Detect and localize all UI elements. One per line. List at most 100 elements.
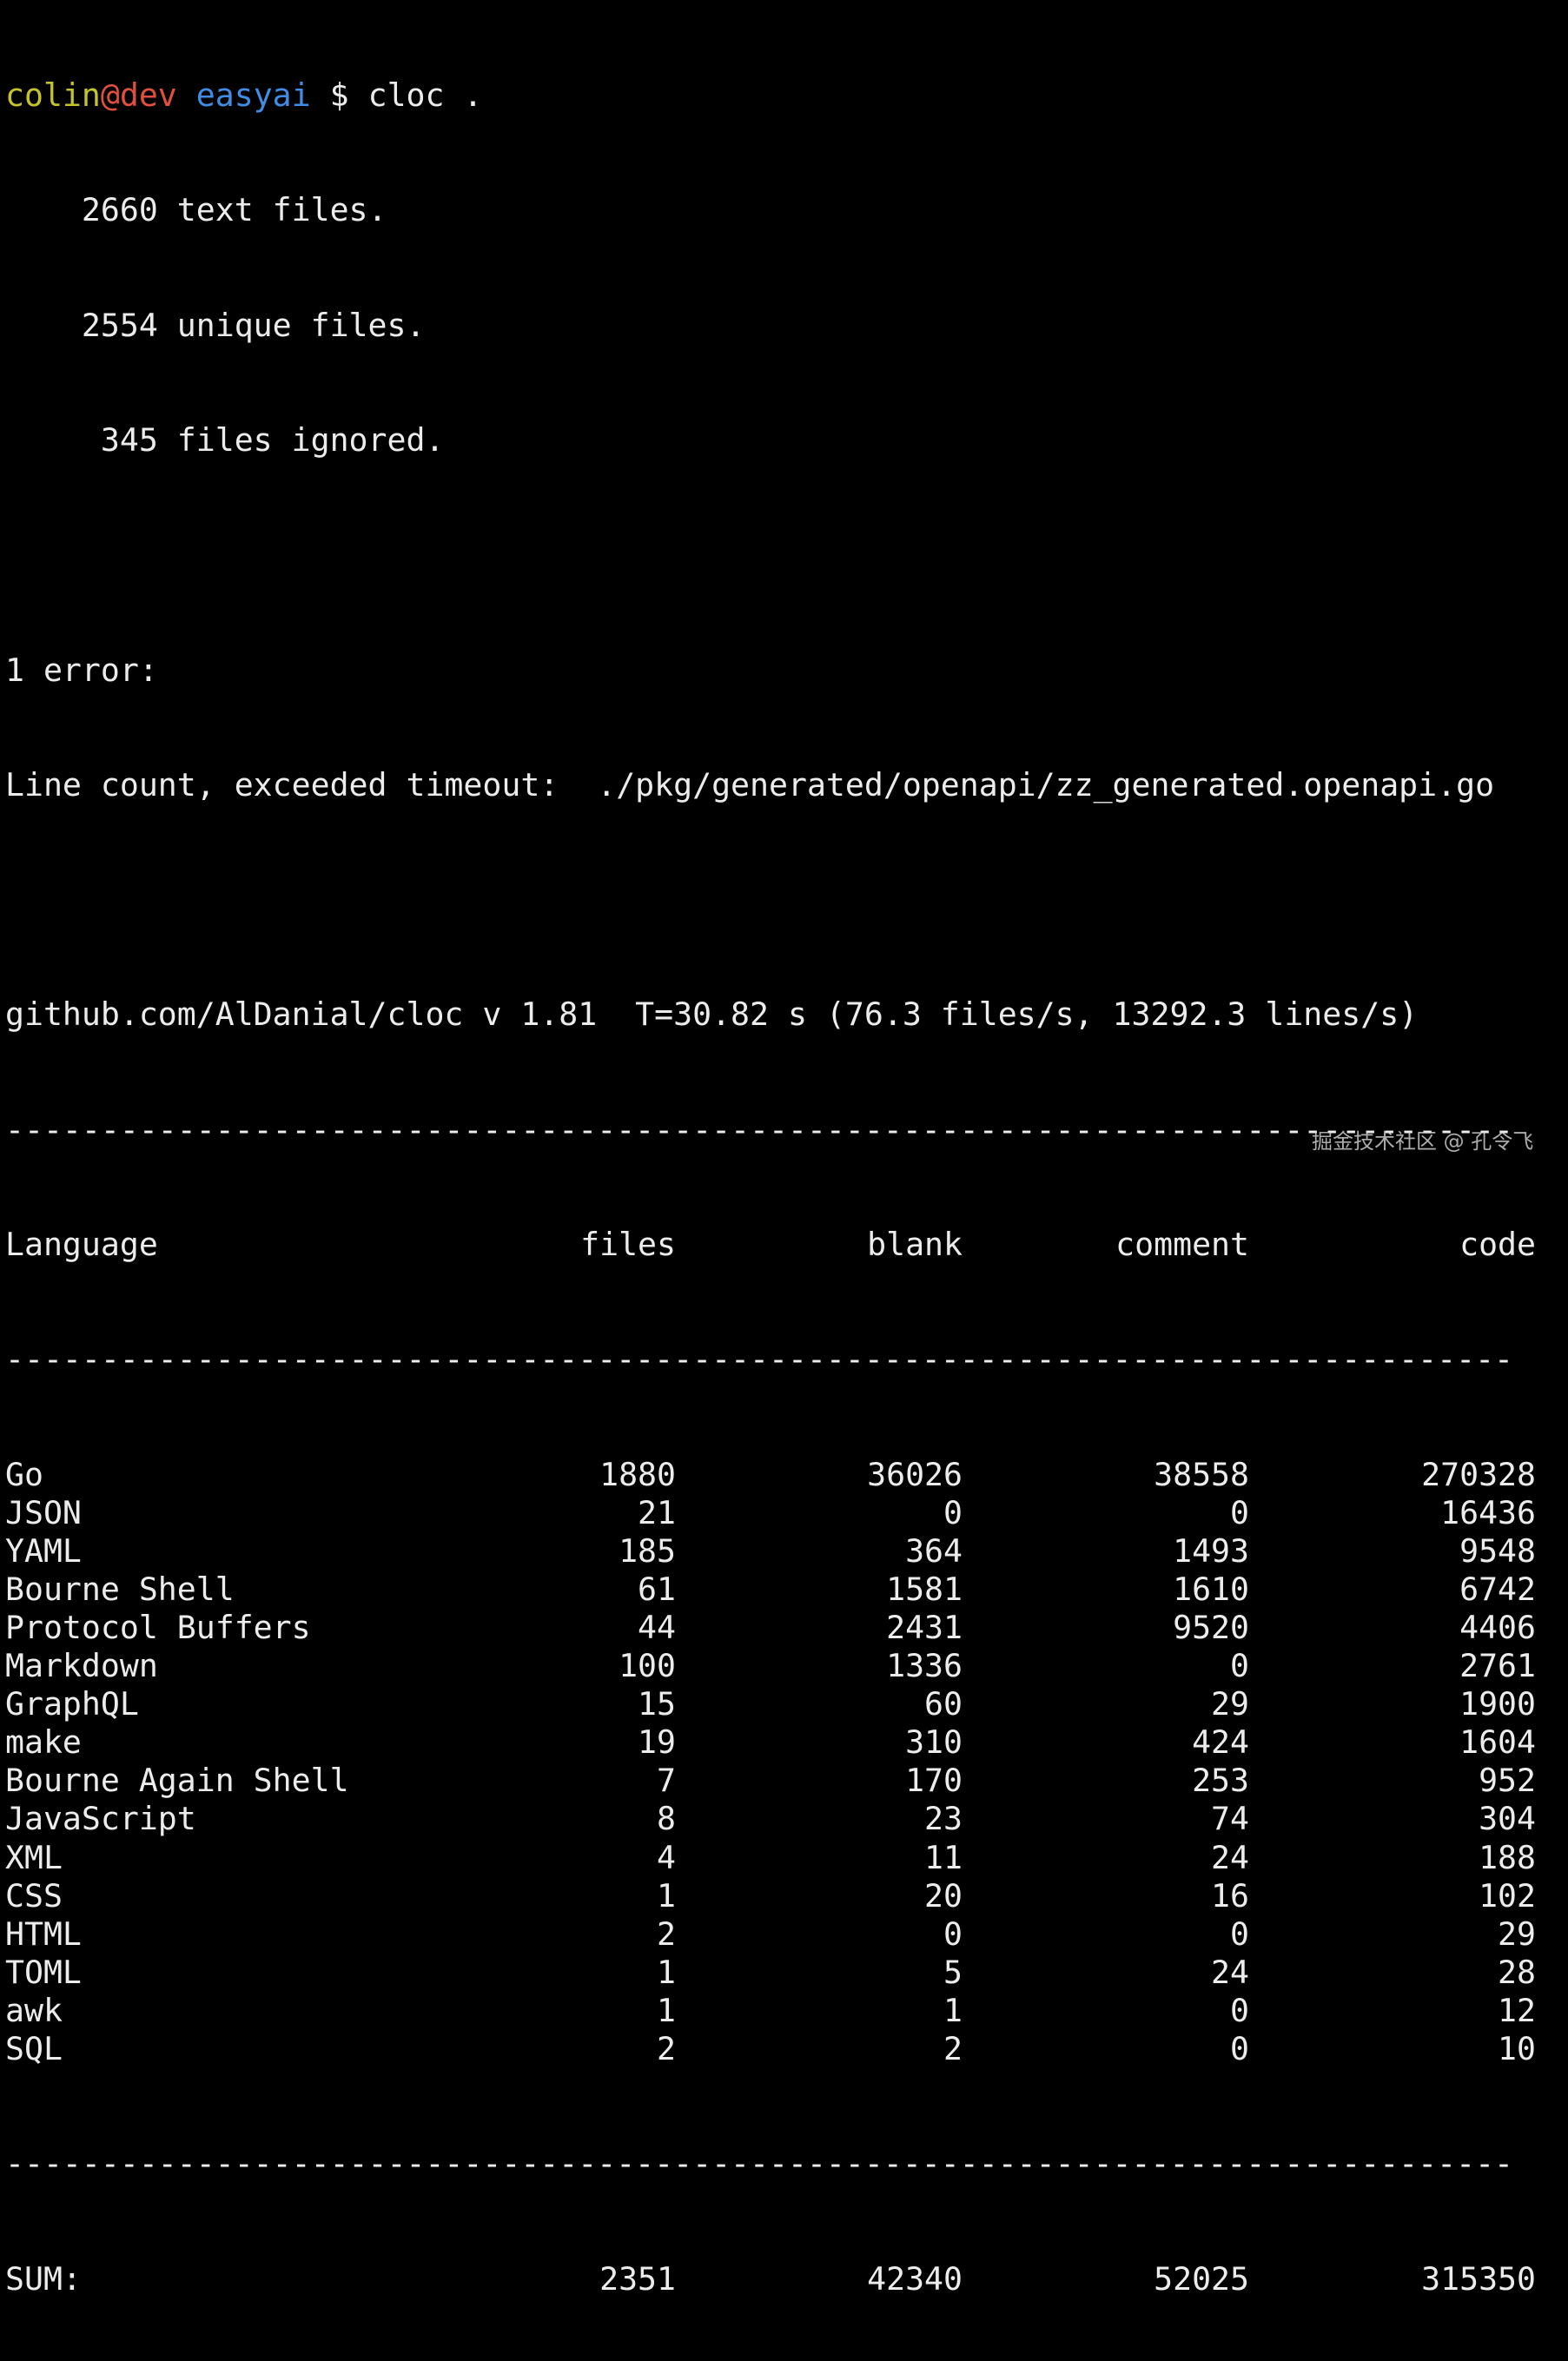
cell-language: Protocol Buffers bbox=[5, 1608, 311, 1646]
cell-code: 16436 bbox=[1440, 1493, 1536, 1531]
table-row: TOML 1 5 24 28 bbox=[5, 1954, 1565, 1992]
table-row: SQL 2 2 0 10 bbox=[5, 2030, 1565, 2068]
cell-files: 15 bbox=[638, 1685, 676, 1723]
cell-comment: 1610 bbox=[1173, 1570, 1249, 1608]
sum-code: 315350 bbox=[1421, 2259, 1536, 2298]
cell-language: GraphQL bbox=[5, 1685, 139, 1723]
cell-language: Markdown bbox=[5, 1647, 158, 1685]
cell-code: 9548 bbox=[1459, 1531, 1536, 1570]
cell-code: 2761 bbox=[1459, 1647, 1536, 1685]
cell-comment: 9520 bbox=[1173, 1608, 1249, 1646]
watermark: 掘金技术社区 @ 孔令飞 bbox=[1312, 1129, 1534, 1154]
cell-blank: 23 bbox=[924, 1800, 963, 1838]
cell-comment: 1493 bbox=[1173, 1531, 1249, 1570]
cell-blank: 36026 bbox=[867, 1455, 963, 1493]
summary-ignored-files: 345 files ignored. bbox=[5, 421, 445, 460]
cell-blank: 2431 bbox=[886, 1608, 963, 1646]
cell-files: 100 bbox=[619, 1647, 676, 1685]
cell-files: 21 bbox=[638, 1493, 676, 1531]
sum-files: 2351 bbox=[599, 2259, 676, 2298]
cell-code: 12 bbox=[1498, 1991, 1536, 2029]
prompt-host: dev bbox=[119, 76, 177, 115]
cell-blank: 364 bbox=[905, 1531, 963, 1570]
cell-language: HTML bbox=[5, 1915, 82, 1953]
sum-comment: 52025 bbox=[1154, 2259, 1249, 2298]
cell-files: 4 bbox=[657, 1838, 676, 1876]
table-row: Markdown 100 1336 0 2761 bbox=[5, 1647, 1565, 1685]
cell-comment: 24 bbox=[1211, 1838, 1249, 1876]
table-separator: ----------------------------------------… bbox=[5, 2145, 1514, 2183]
cell-language: make bbox=[5, 1723, 82, 1762]
cell-code: 4406 bbox=[1459, 1608, 1536, 1646]
cell-comment: 0 bbox=[1230, 1493, 1249, 1531]
table-row: Go 1880 36026 38558 270328 bbox=[5, 1456, 1565, 1494]
cell-language: Go bbox=[5, 1455, 43, 1493]
table-row: Bourne Again Shell 7 170 253 952 bbox=[5, 1762, 1565, 1800]
table-body: Go 1880 36026 38558 270328 JSON 21 0 0 16436 YAML 1… bbox=[5, 1456, 1565, 2069]
table-row: awk 1 1 0 12 bbox=[5, 1992, 1565, 2030]
table-row: Bourne Shell 61 1581 1610 6742 bbox=[5, 1571, 1565, 1609]
cell-files: 2 bbox=[657, 1915, 676, 1953]
cell-code: 304 bbox=[1479, 1800, 1536, 1838]
summary-unique-files: 2554 unique files. bbox=[5, 306, 426, 344]
cell-language: CSS bbox=[5, 1876, 63, 1915]
cell-language: SQL bbox=[5, 2029, 63, 2067]
cell-code: 1900 bbox=[1459, 1685, 1536, 1723]
cell-language: TOML bbox=[5, 1953, 82, 1991]
terminal-output[interactable]: colin@dev easyai $ cloc . 2660 text file… bbox=[5, 0, 1565, 2361]
cell-comment: 29 bbox=[1211, 1685, 1249, 1723]
prompt-symbol: $ bbox=[329, 76, 349, 115]
cell-code: 188 bbox=[1479, 1838, 1536, 1876]
cell-blank: 5 bbox=[943, 1953, 963, 1991]
cell-blank: 1581 bbox=[886, 1570, 963, 1608]
header-comment: comment bbox=[1115, 1226, 1249, 1263]
table-separator: ----------------------------------------… bbox=[5, 1340, 1514, 1379]
table-row: make 19 310 424 1604 bbox=[5, 1723, 1565, 1762]
table-row: JavaScript 8 23 74 304 bbox=[5, 1800, 1565, 1838]
sum-label: SUM: bbox=[5, 2259, 82, 2298]
cell-language: Bourne Shell bbox=[5, 1570, 235, 1608]
cell-blank: 0 bbox=[943, 1915, 963, 1953]
cell-code: 1604 bbox=[1459, 1723, 1536, 1762]
summary-text-files: 2660 text files. bbox=[5, 191, 387, 229]
cell-blank: 1336 bbox=[886, 1647, 963, 1685]
cell-comment: 253 bbox=[1192, 1762, 1249, 1800]
header-code: code bbox=[1459, 1226, 1536, 1263]
cell-code: 10 bbox=[1498, 2029, 1536, 2067]
cell-files: 19 bbox=[638, 1723, 676, 1762]
prompt-line: colin@dev easyai $ cloc . bbox=[5, 76, 1565, 115]
cell-blank: 0 bbox=[943, 1493, 963, 1531]
header-files: files bbox=[580, 1226, 676, 1263]
cell-blank: 11 bbox=[924, 1838, 963, 1876]
cell-files: 61 bbox=[638, 1570, 676, 1608]
cell-language: XML bbox=[5, 1838, 63, 1876]
cell-comment: 0 bbox=[1230, 1991, 1249, 2029]
cell-comment: 424 bbox=[1192, 1723, 1249, 1762]
cell-language: JavaScript bbox=[5, 1800, 196, 1838]
table-row: CSS 1 20 16 102 bbox=[5, 1877, 1565, 1915]
cell-language: Bourne Again Shell bbox=[5, 1762, 349, 1800]
cell-files: 185 bbox=[619, 1531, 676, 1570]
cell-files: 7 bbox=[657, 1762, 676, 1800]
table-row: Protocol Buffers 44 2431 9520 4406 bbox=[5, 1609, 1565, 1647]
cell-code: 270328 bbox=[1421, 1455, 1536, 1493]
error-message: Line count, exceeded timeout: ./pkg/gene… bbox=[5, 765, 1495, 804]
cell-language: awk bbox=[5, 1991, 63, 2029]
cell-language: JSON bbox=[5, 1493, 82, 1531]
cell-code: 102 bbox=[1479, 1876, 1536, 1915]
prompt-dir: easyai bbox=[195, 76, 311, 115]
cell-comment: 0 bbox=[1230, 2029, 1249, 2067]
cell-blank: 60 bbox=[924, 1685, 963, 1723]
cell-comment: 0 bbox=[1230, 1647, 1249, 1685]
cell-files: 8 bbox=[657, 1800, 676, 1838]
cell-files: 44 bbox=[638, 1608, 676, 1646]
cell-blank: 170 bbox=[905, 1762, 963, 1800]
cell-blank: 310 bbox=[905, 1723, 963, 1762]
cell-files: 1 bbox=[657, 1953, 676, 1991]
header-language: Language bbox=[5, 1226, 158, 1263]
cell-files: 1 bbox=[657, 1876, 676, 1915]
cell-code: 28 bbox=[1498, 1953, 1536, 1991]
version-line: github.com/AlDanial/cloc v 1.81 T=30.82 … bbox=[5, 995, 1419, 1034]
